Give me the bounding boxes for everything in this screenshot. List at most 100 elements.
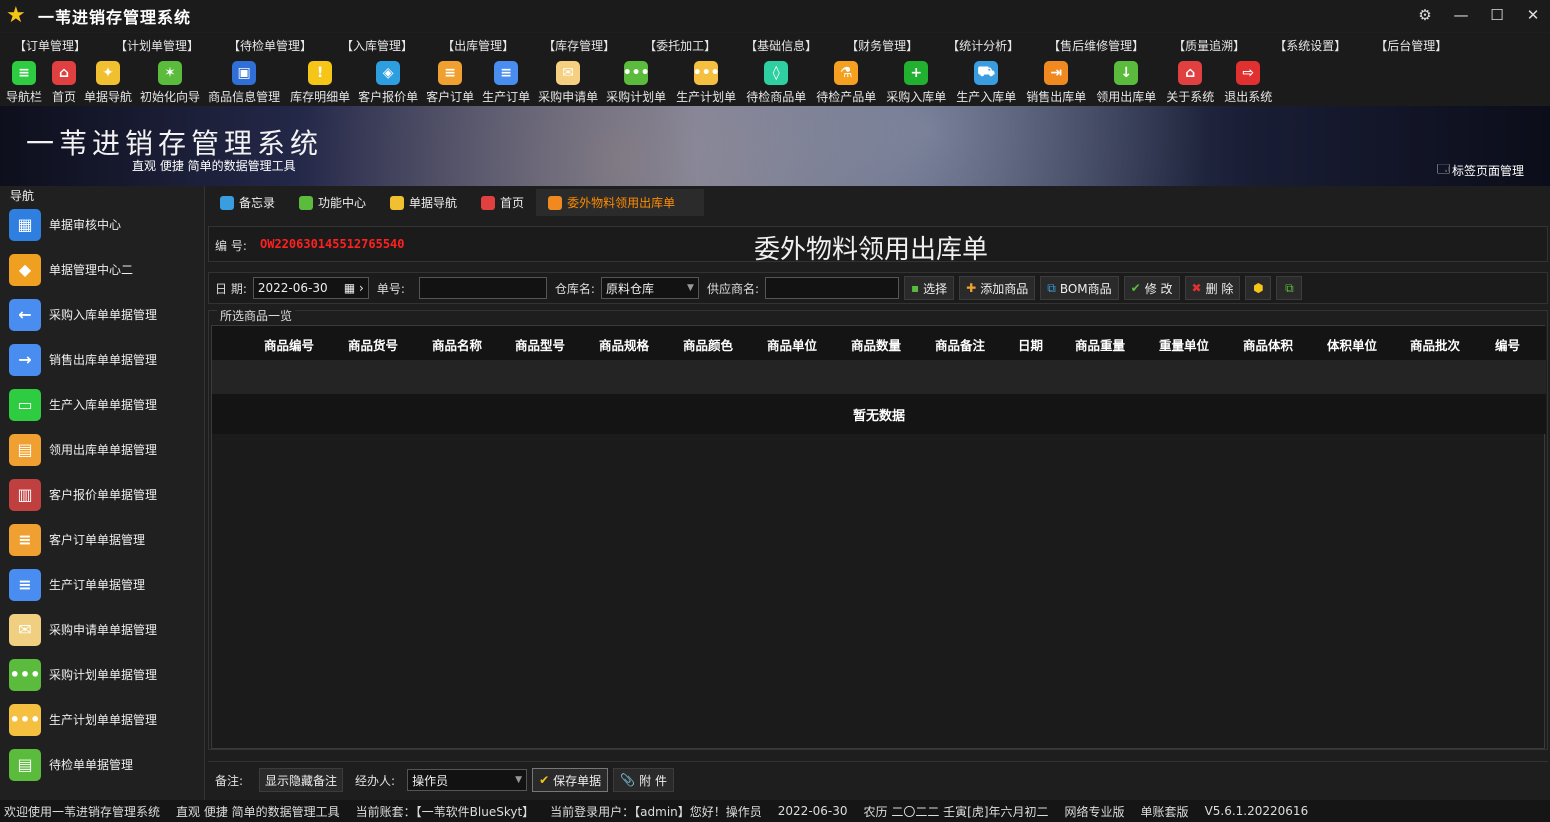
sidebar-item[interactable]: ▥ 客户报价单单据管理 xyxy=(0,472,204,517)
delete-button[interactable]: ✖ 删 除 xyxy=(1184,276,1241,300)
maximize-button[interactable]: ☐ xyxy=(1486,4,1508,26)
sidebar-item[interactable]: ≡ 生产订单单据管理 xyxy=(0,562,204,607)
column-header[interactable]: 商品规格 xyxy=(599,335,649,354)
copy-button[interactable]: ⧉ xyxy=(1276,276,1303,300)
toolbar-button-15[interactable]: + 采购入库单 xyxy=(886,57,946,105)
box-button[interactable]: ⬢ xyxy=(1245,276,1272,300)
toolbar-button-14[interactable]: ⚗ 待检产品单 xyxy=(816,57,876,105)
attach-button[interactable]: 📎 附 件 xyxy=(613,768,674,792)
toolbar-button-17[interactable]: ⇥ 销售出库单 xyxy=(1026,57,1086,105)
column-header[interactable]: 商品货号 xyxy=(348,335,398,354)
sidebar-item[interactable]: ••• 生产计划单单据管理 xyxy=(0,697,204,742)
column-header[interactable]: 编号 xyxy=(1495,335,1520,354)
warehouse-select[interactable]: 原料仓库 ▼ xyxy=(600,277,699,299)
column-header[interactable]: 重量单位 xyxy=(1159,335,1209,354)
toolbar-button-3[interactable]: ✦ 单据导航 xyxy=(84,57,132,105)
menu-item[interactable]: 【计划单管理】 xyxy=(115,37,199,54)
tag-manager-label: 标签页面管理 xyxy=(1451,164,1524,178)
column-header[interactable]: 商品名称 xyxy=(432,335,482,354)
save-button[interactable]: ✔ 保存单据 xyxy=(532,768,609,792)
order-no-input[interactable] xyxy=(418,277,547,299)
toolbar-button-10[interactable]: ✉ 采购申请单 xyxy=(538,57,598,105)
sidebar-item-label: 领用出库单单据管理 xyxy=(49,443,158,457)
toolbar-button-18[interactable]: ↓ 领用出库单 xyxy=(1096,57,1156,105)
tab-3[interactable]: 单据导航 xyxy=(378,189,469,216)
settings-icon[interactable]: ⚙ xyxy=(1414,4,1436,26)
sidebar-item[interactable]: ≡ 客户订单单据管理 xyxy=(0,517,204,562)
menu-item[interactable]: 【财务管理】 xyxy=(846,37,918,54)
menu-item[interactable]: 【后台管理】 xyxy=(1375,37,1447,54)
edit-label: 修 改 xyxy=(1144,281,1173,296)
sidebar-item[interactable]: → 销售出库单单据管理 xyxy=(0,337,204,382)
column-header[interactable]: 商品颜色 xyxy=(683,335,733,354)
sidebar-item[interactable]: ◆ 单据管理中心二 xyxy=(0,247,204,292)
menu-item[interactable]: 【统计分析】 xyxy=(947,37,1019,54)
column-header[interactable]: 商品型号 xyxy=(515,335,565,354)
plus-icon: ✚ xyxy=(966,281,977,295)
menu-item[interactable]: 【出库管理】 xyxy=(442,37,514,54)
menu-item[interactable]: 【质量追溯】 xyxy=(1173,37,1245,54)
select-button[interactable]: ▪ 选择 xyxy=(904,276,955,300)
sidebar-item[interactable]: ← 采购入库单单据管理 xyxy=(0,292,204,337)
menu-item[interactable]: 【待检单管理】 xyxy=(228,37,312,54)
edit-button[interactable]: ✔ 修 改 xyxy=(1123,276,1180,300)
toggle-remark-button[interactable]: 显示隐藏备注 xyxy=(259,768,344,792)
column-header[interactable]: 商品单位 xyxy=(767,335,817,354)
bom-goods-button[interactable]: ⧉ BOM商品 xyxy=(1040,276,1119,300)
tab-4[interactable]: 首页 xyxy=(469,189,536,216)
column-header[interactable]: 商品体积 xyxy=(1243,335,1293,354)
supplier-input[interactable] xyxy=(765,277,899,299)
chat-green-icon: ••• xyxy=(623,61,650,85)
handler-select[interactable]: 操作员 ▼ xyxy=(407,769,528,791)
tab-5[interactable]: 委外物料领用出库单 xyxy=(536,189,705,216)
goods-table[interactable]: 商品编号 商品货号 商品名称 商品型号 商品规格 商品颜色 商品单位 商品数量 商品备注 日期 商品… xyxy=(211,325,1546,749)
menu-item[interactable]: 【订单管理】 xyxy=(14,37,86,54)
sidebar-item[interactable]: ▤ 领用出库单单据管理 xyxy=(0,427,204,472)
sidebar-item[interactable]: ▤ 待检单单据管理 xyxy=(0,742,204,787)
menu-item[interactable]: 【基础信息】 xyxy=(745,37,817,54)
tag-page-manager[interactable]: 🗔 标签页面管理 xyxy=(1437,160,1524,181)
sidebar-item-label: 客户订单单据管理 xyxy=(49,533,146,547)
toolbar-button-13[interactable]: ◊ 待检商品单 xyxy=(746,57,806,105)
menu-item[interactable]: 【委托加工】 xyxy=(644,37,716,54)
handler-value: 操作员 xyxy=(412,773,449,788)
toolbar-button-11[interactable]: ••• 采购计划单 xyxy=(606,57,666,105)
menu-item[interactable]: 【库存管理】 xyxy=(543,37,615,54)
column-header[interactable]: 日期 xyxy=(1018,335,1043,354)
column-header[interactable]: 商品编号 xyxy=(264,335,314,354)
column-header[interactable]: 体积单位 xyxy=(1327,335,1377,354)
sidebar-item[interactable]: ••• 采购计划单单据管理 xyxy=(0,652,204,697)
menu-item[interactable]: 【系统设置】 xyxy=(1274,37,1346,54)
toolbar-button-9[interactable]: ≡ 生产订单 xyxy=(482,57,530,105)
column-header[interactable]: 商品数量 xyxy=(851,335,901,354)
toolbar-button-7[interactable]: ◈ 客户报价单 xyxy=(358,57,418,105)
toolbar-button-5[interactable]: ▣ 商品信息管理 xyxy=(208,57,280,105)
toolbar-button-12[interactable]: ••• 生产计划单 xyxy=(676,57,736,105)
menu-item[interactable]: 【售后维修管理】 xyxy=(1048,37,1144,54)
tab-2[interactable]: 功能中心 xyxy=(287,189,378,216)
sidebar-item[interactable]: ✉ 采购申请单单据管理 xyxy=(0,607,204,652)
toolbar-button-8[interactable]: ≡ 客户订单 xyxy=(426,57,474,105)
calendar-icon[interactable]: ▦ › xyxy=(344,281,364,295)
column-header[interactable]: 商品批次 xyxy=(1410,335,1460,354)
toolbar-button-19[interactable]: ⌂ 关于系统 xyxy=(1166,57,1214,105)
toolbar-button-20[interactable]: ⇨ 退出系统 xyxy=(1224,57,1272,105)
menu-item[interactable]: 【入库管理】 xyxy=(341,37,413,54)
minimize-button[interactable]: — xyxy=(1450,4,1472,26)
toolbar-button-label: 采购入库单 xyxy=(886,90,947,104)
toolbar-button-16[interactable]: ⛟ 生产入库单 xyxy=(956,57,1016,105)
close-button[interactable]: ✕ xyxy=(1522,4,1544,26)
add-goods-button[interactable]: ✚ 添加商品 xyxy=(959,276,1036,300)
toolbar-button-6[interactable]: ! 库存明细单 xyxy=(290,57,350,105)
toolbar-button-4[interactable]: ✶ 初始化向导 xyxy=(140,57,200,105)
table-row[interactable] xyxy=(212,360,1546,394)
sidebar-item[interactable]: ▭ 生产入库单单据管理 xyxy=(0,382,204,427)
column-header[interactable]: 商品重量 xyxy=(1075,335,1125,354)
column-header[interactable]: 商品备注 xyxy=(935,335,985,354)
toolbar-button-1[interactable]: ≡ 导航栏 xyxy=(6,57,42,105)
tab-1[interactable]: 备忘录 xyxy=(208,189,287,216)
toolbar-button-2[interactable]: ⌂ 首页 xyxy=(52,57,76,105)
sidebar-item[interactable]: ▦ 单据审核中心 xyxy=(0,202,204,247)
tab-label: 首页 xyxy=(500,196,525,210)
date-picker[interactable]: 2022-06-30 ▦ › xyxy=(252,277,369,299)
